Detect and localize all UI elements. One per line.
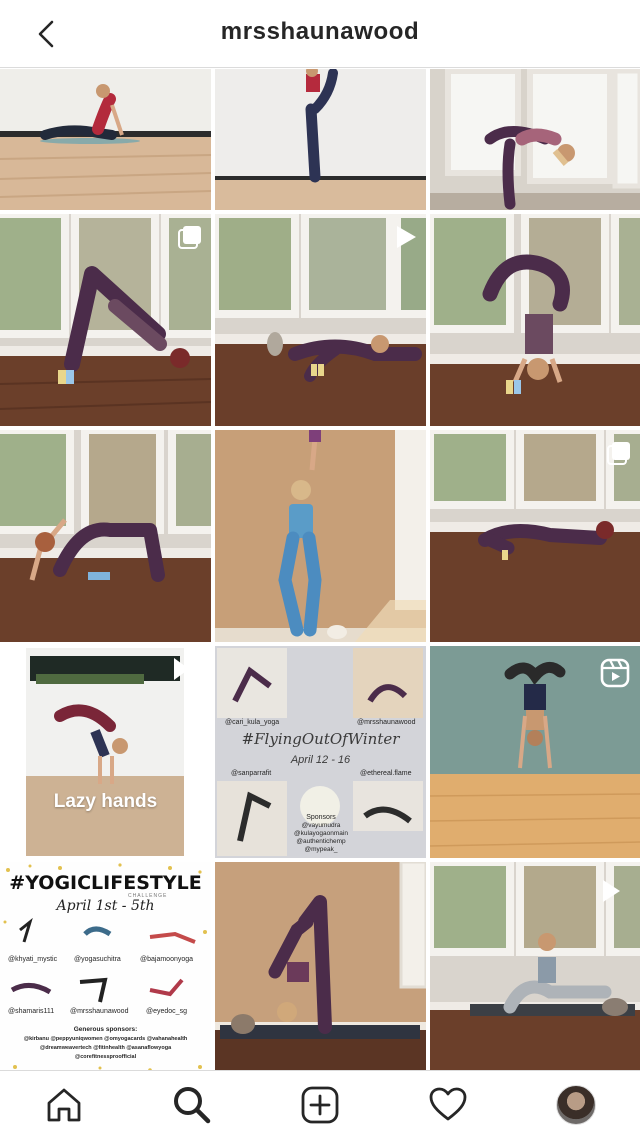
sponsor-1: @vayumudra — [301, 822, 341, 829]
profile-avatar — [556, 1085, 596, 1125]
post-tile-2[interactable] — [215, 69, 426, 210]
post-image — [0, 430, 211, 642]
home-icon — [47, 1088, 81, 1122]
handle-label-3: @sanparrafit — [231, 770, 272, 777]
sponsor-3: @authentichemp — [296, 838, 346, 845]
post-tile-8[interactable] — [215, 430, 426, 642]
handle-label-4: @shamaris111 — [8, 1008, 55, 1015]
handle-label-6: @eyedoc_sg — [146, 1008, 187, 1015]
sponsors-title: Generous sponsors: — [73, 1026, 138, 1033]
challenge-title: #YOGICLIFESTYLE — [9, 872, 202, 894]
post-tile-13[interactable]: #YOGICLIFESTYLE CHALLENGE April 1st - 5t… — [0, 862, 211, 1074]
carousel-icon — [178, 226, 201, 249]
post-tile-6[interactable] — [430, 214, 640, 426]
sponsor-4: @mypeak_ — [304, 846, 338, 853]
sponsors-title: Sponsors — [306, 814, 336, 821]
post-tile-1[interactable] — [0, 69, 211, 210]
post-tile-12[interactable] — [430, 646, 640, 858]
handle-label-5: @mrsshaunawood — [70, 1008, 129, 1015]
handle-label-2: @mrsshaunawood — [357, 719, 416, 726]
reel-icon — [600, 658, 630, 688]
plus-square-icon — [301, 1086, 339, 1124]
tab-home[interactable] — [42, 1083, 86, 1127]
video-icon — [397, 226, 416, 248]
post-grid: Lazy hands @cari_kula_yoga @mrsshaunawoo… — [0, 69, 640, 1074]
tab-activity[interactable] — [426, 1083, 470, 1127]
video-icon — [603, 880, 620, 902]
challenge-dates: April 12 - 16 — [290, 754, 351, 766]
post-tile-10[interactable]: Lazy hands — [0, 646, 211, 858]
post-image — [215, 69, 426, 210]
tab-search[interactable] — [170, 1083, 214, 1127]
post-image — [215, 430, 426, 642]
handle-label-2: @yogasuchitra — [74, 956, 121, 963]
bottom-tab-bar — [0, 1070, 640, 1138]
sponsors-line-2: @dreamweavertech @fitinhealth @asanaflow… — [39, 1045, 172, 1051]
post-tile-3[interactable] — [430, 69, 640, 210]
post-tile-14[interactable] — [215, 862, 426, 1074]
post-tile-5[interactable] — [215, 214, 426, 426]
sponsor-2: @kulayogaonmain — [294, 830, 348, 837]
post-tile-15[interactable] — [430, 862, 640, 1074]
challenge-hashtag: #FlyingOutOfWinter — [241, 730, 400, 748]
post-tile-4[interactable] — [0, 214, 211, 426]
sponsors-line-3: @corefitnessproofficial — [74, 1054, 137, 1060]
handle-label-3: @bajamoonyoga — [140, 956, 194, 963]
profile-username: mrsshaunawood — [220, 18, 420, 45]
challenge-dates: April 1st - 5th — [56, 898, 155, 914]
post-caption-overlay: Lazy hands — [53, 791, 158, 812]
post-tile-9[interactable] — [430, 430, 640, 642]
post-tile-7[interactable] — [0, 430, 211, 642]
video-icon — [174, 658, 189, 680]
search-icon — [174, 1087, 211, 1124]
handle-label-1: @khyati_mystic — [8, 956, 58, 963]
post-image — [0, 69, 211, 210]
tab-create[interactable] — [298, 1083, 342, 1127]
handle-label-4: @ethereal.flame — [360, 770, 412, 777]
sponsors-line-1: @kirbanu @peppyuniqwomen @omyogacards @v… — [23, 1036, 188, 1042]
top-header: mrsshaunawood — [0, 0, 640, 68]
post-image — [215, 862, 426, 1074]
post-image — [430, 214, 640, 426]
heart-icon — [429, 1087, 467, 1121]
post-image — [430, 69, 640, 210]
handle-label-1: @cari_kula_yoga — [225, 719, 280, 726]
tab-profile[interactable] — [554, 1083, 598, 1127]
post-tile-11[interactable]: @cari_kula_yoga @mrsshaunawood #FlyingOu… — [215, 646, 426, 858]
carousel-icon — [607, 442, 630, 465]
